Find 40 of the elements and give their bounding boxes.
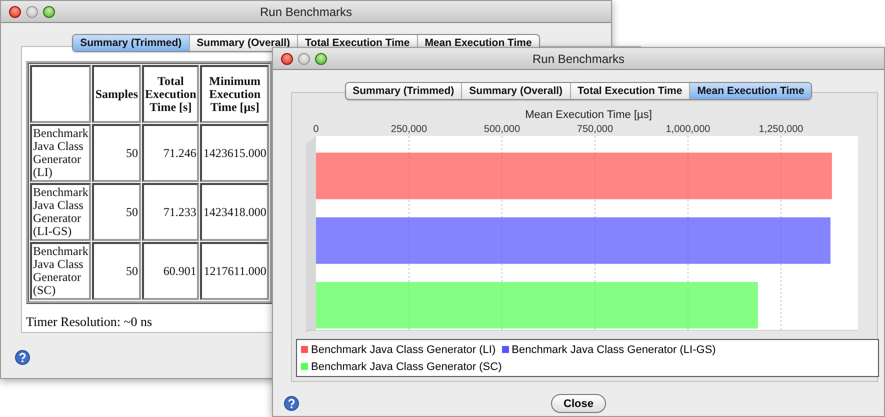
table-cell: 50 — [92, 183, 141, 241]
close-button[interactable] — [9, 6, 21, 18]
table-cell: 1423418.000 — [200, 183, 270, 241]
legend-label: Benchmark Java Class Generator (LI) — [311, 344, 496, 356]
table-cell: 1217611.000 — [200, 242, 270, 300]
tab[interactable]: Summary (Trimmed) — [346, 83, 462, 99]
column-header: Total Execution Time [s] — [142, 65, 200, 123]
legend-label: Benchmark Java Class Generator (SC) — [311, 360, 502, 372]
tick-label: 250,000 — [390, 124, 428, 135]
table-header — [30, 65, 92, 123]
timer-resolution-text: Timer Resolution: ~0 ns — [26, 314, 152, 330]
window-title: Run Benchmarks — [260, 4, 352, 18]
help-icon[interactable] — [15, 350, 30, 365]
chart-title: Mean Execution Time [µs] — [525, 108, 652, 122]
tab[interactable]: Summary (Overall) — [461, 83, 570, 99]
tick-label: 750,000 — [576, 124, 614, 135]
table-cell: 71.233 — [142, 183, 200, 241]
window-title: Run Benchmarks — [532, 52, 625, 66]
tick-label: 0 — [313, 124, 319, 135]
table-cell: 1423615.000 — [200, 124, 270, 182]
table-cell: 50 — [92, 124, 141, 182]
zoom-button[interactable] — [315, 52, 327, 64]
tab[interactable]: Summary (Trimmed) — [73, 35, 189, 51]
table-cell: 50 — [92, 242, 141, 300]
tab[interactable]: Mean Execution Time — [689, 83, 812, 99]
zoom-button[interactable] — [43, 6, 55, 18]
table-cell: Benchmark Java Class Generator (SC) — [30, 242, 92, 300]
table-cell: Benchmark Java Class Generator (LI) — [30, 124, 92, 182]
tick-label: 1,000,000 — [666, 124, 710, 135]
close-button[interactable]: Close — [550, 394, 606, 413]
close-button[interactable] — [281, 52, 293, 64]
table-cell: 71.246 — [142, 124, 200, 182]
table-cell: Benchmark Java Class Generator (LI-GS) — [30, 183, 92, 241]
legend-label: Benchmark Java Class Generator (LI-GS) — [512, 344, 716, 356]
table-cell: 60.901 — [142, 242, 200, 300]
help-icon[interactable] — [284, 396, 299, 411]
column-header: Minimum Execution Time [µs] — [200, 65, 270, 123]
tick-label: 500,000 — [484, 124, 520, 135]
column-header: Samples — [92, 65, 141, 123]
tick-label: 1,250,000 — [758, 124, 804, 135]
